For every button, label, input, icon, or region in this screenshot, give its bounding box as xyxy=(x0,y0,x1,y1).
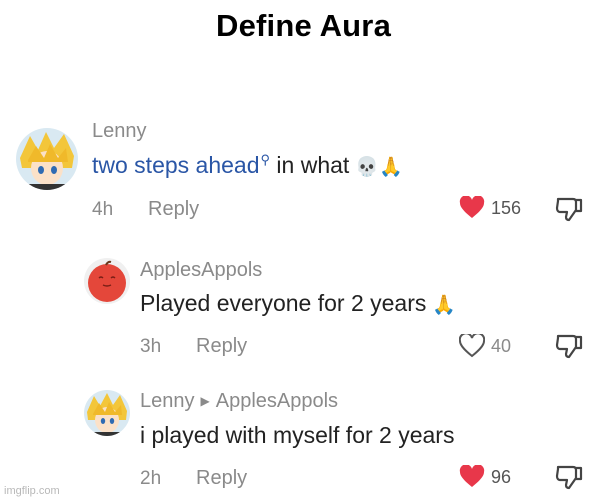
reply-button[interactable]: Reply xyxy=(148,198,199,221)
skull-pray-emoji: 💀🙏 xyxy=(355,156,403,178)
like-count: 96 xyxy=(491,466,512,487)
reply-arrow-icon: ▶ xyxy=(200,394,210,408)
like-count: 156 xyxy=(491,197,522,218)
like-count: 40 xyxy=(491,335,512,356)
thumbs-down-icon xyxy=(555,465,583,490)
reply-author[interactable]: Lenny xyxy=(140,390,195,412)
like-button[interactable]: 156 xyxy=(459,196,521,220)
comment-text-main: Played everyone for 2 years xyxy=(140,290,427,316)
comment-time: 3h xyxy=(140,336,162,357)
search-icon[interactable]: ⚲ xyxy=(261,152,271,167)
comment-username[interactable]: Lenny xyxy=(92,120,147,143)
reply-button[interactable]: Reply xyxy=(196,335,247,358)
watermark: imgflip.com xyxy=(4,485,60,497)
comment-time: 2h xyxy=(140,468,162,489)
comment-time: 4h xyxy=(92,199,114,220)
reply-target[interactable]: ApplesAppols xyxy=(216,390,338,412)
like-button[interactable]: 96 xyxy=(459,465,511,489)
dislike-button[interactable] xyxy=(555,464,583,495)
thumbs-down-icon xyxy=(555,334,583,359)
comment-text: i played with myself for 2 years xyxy=(140,422,455,448)
heart-filled-icon xyxy=(459,465,485,487)
thumbs-down-icon xyxy=(555,197,583,222)
heart-filled-icon xyxy=(459,196,485,218)
comment-text: two steps ahead⚲ in what 💀🙏 xyxy=(92,152,403,179)
heart-outline-icon xyxy=(459,334,485,358)
comment-username: Lenny ▶ ApplesAppols xyxy=(140,390,338,413)
dislike-button[interactable] xyxy=(555,196,583,227)
comment-text: Played everyone for 2 years 🙏 xyxy=(140,290,456,317)
user-avatar[interactable] xyxy=(84,390,130,436)
search-link-text[interactable]: two steps ahead xyxy=(92,152,260,178)
dislike-button[interactable] xyxy=(555,333,583,364)
meme-caption: Define Aura xyxy=(215,8,392,43)
like-button[interactable]: 40 xyxy=(459,334,511,358)
comment-text-rest: in what xyxy=(270,152,350,178)
reply-button[interactable]: Reply xyxy=(196,467,247,490)
pray-emoji: 🙏 xyxy=(432,294,457,316)
user-avatar[interactable] xyxy=(84,258,130,304)
user-avatar[interactable] xyxy=(16,128,78,190)
comment-username[interactable]: ApplesAppols xyxy=(140,259,262,282)
